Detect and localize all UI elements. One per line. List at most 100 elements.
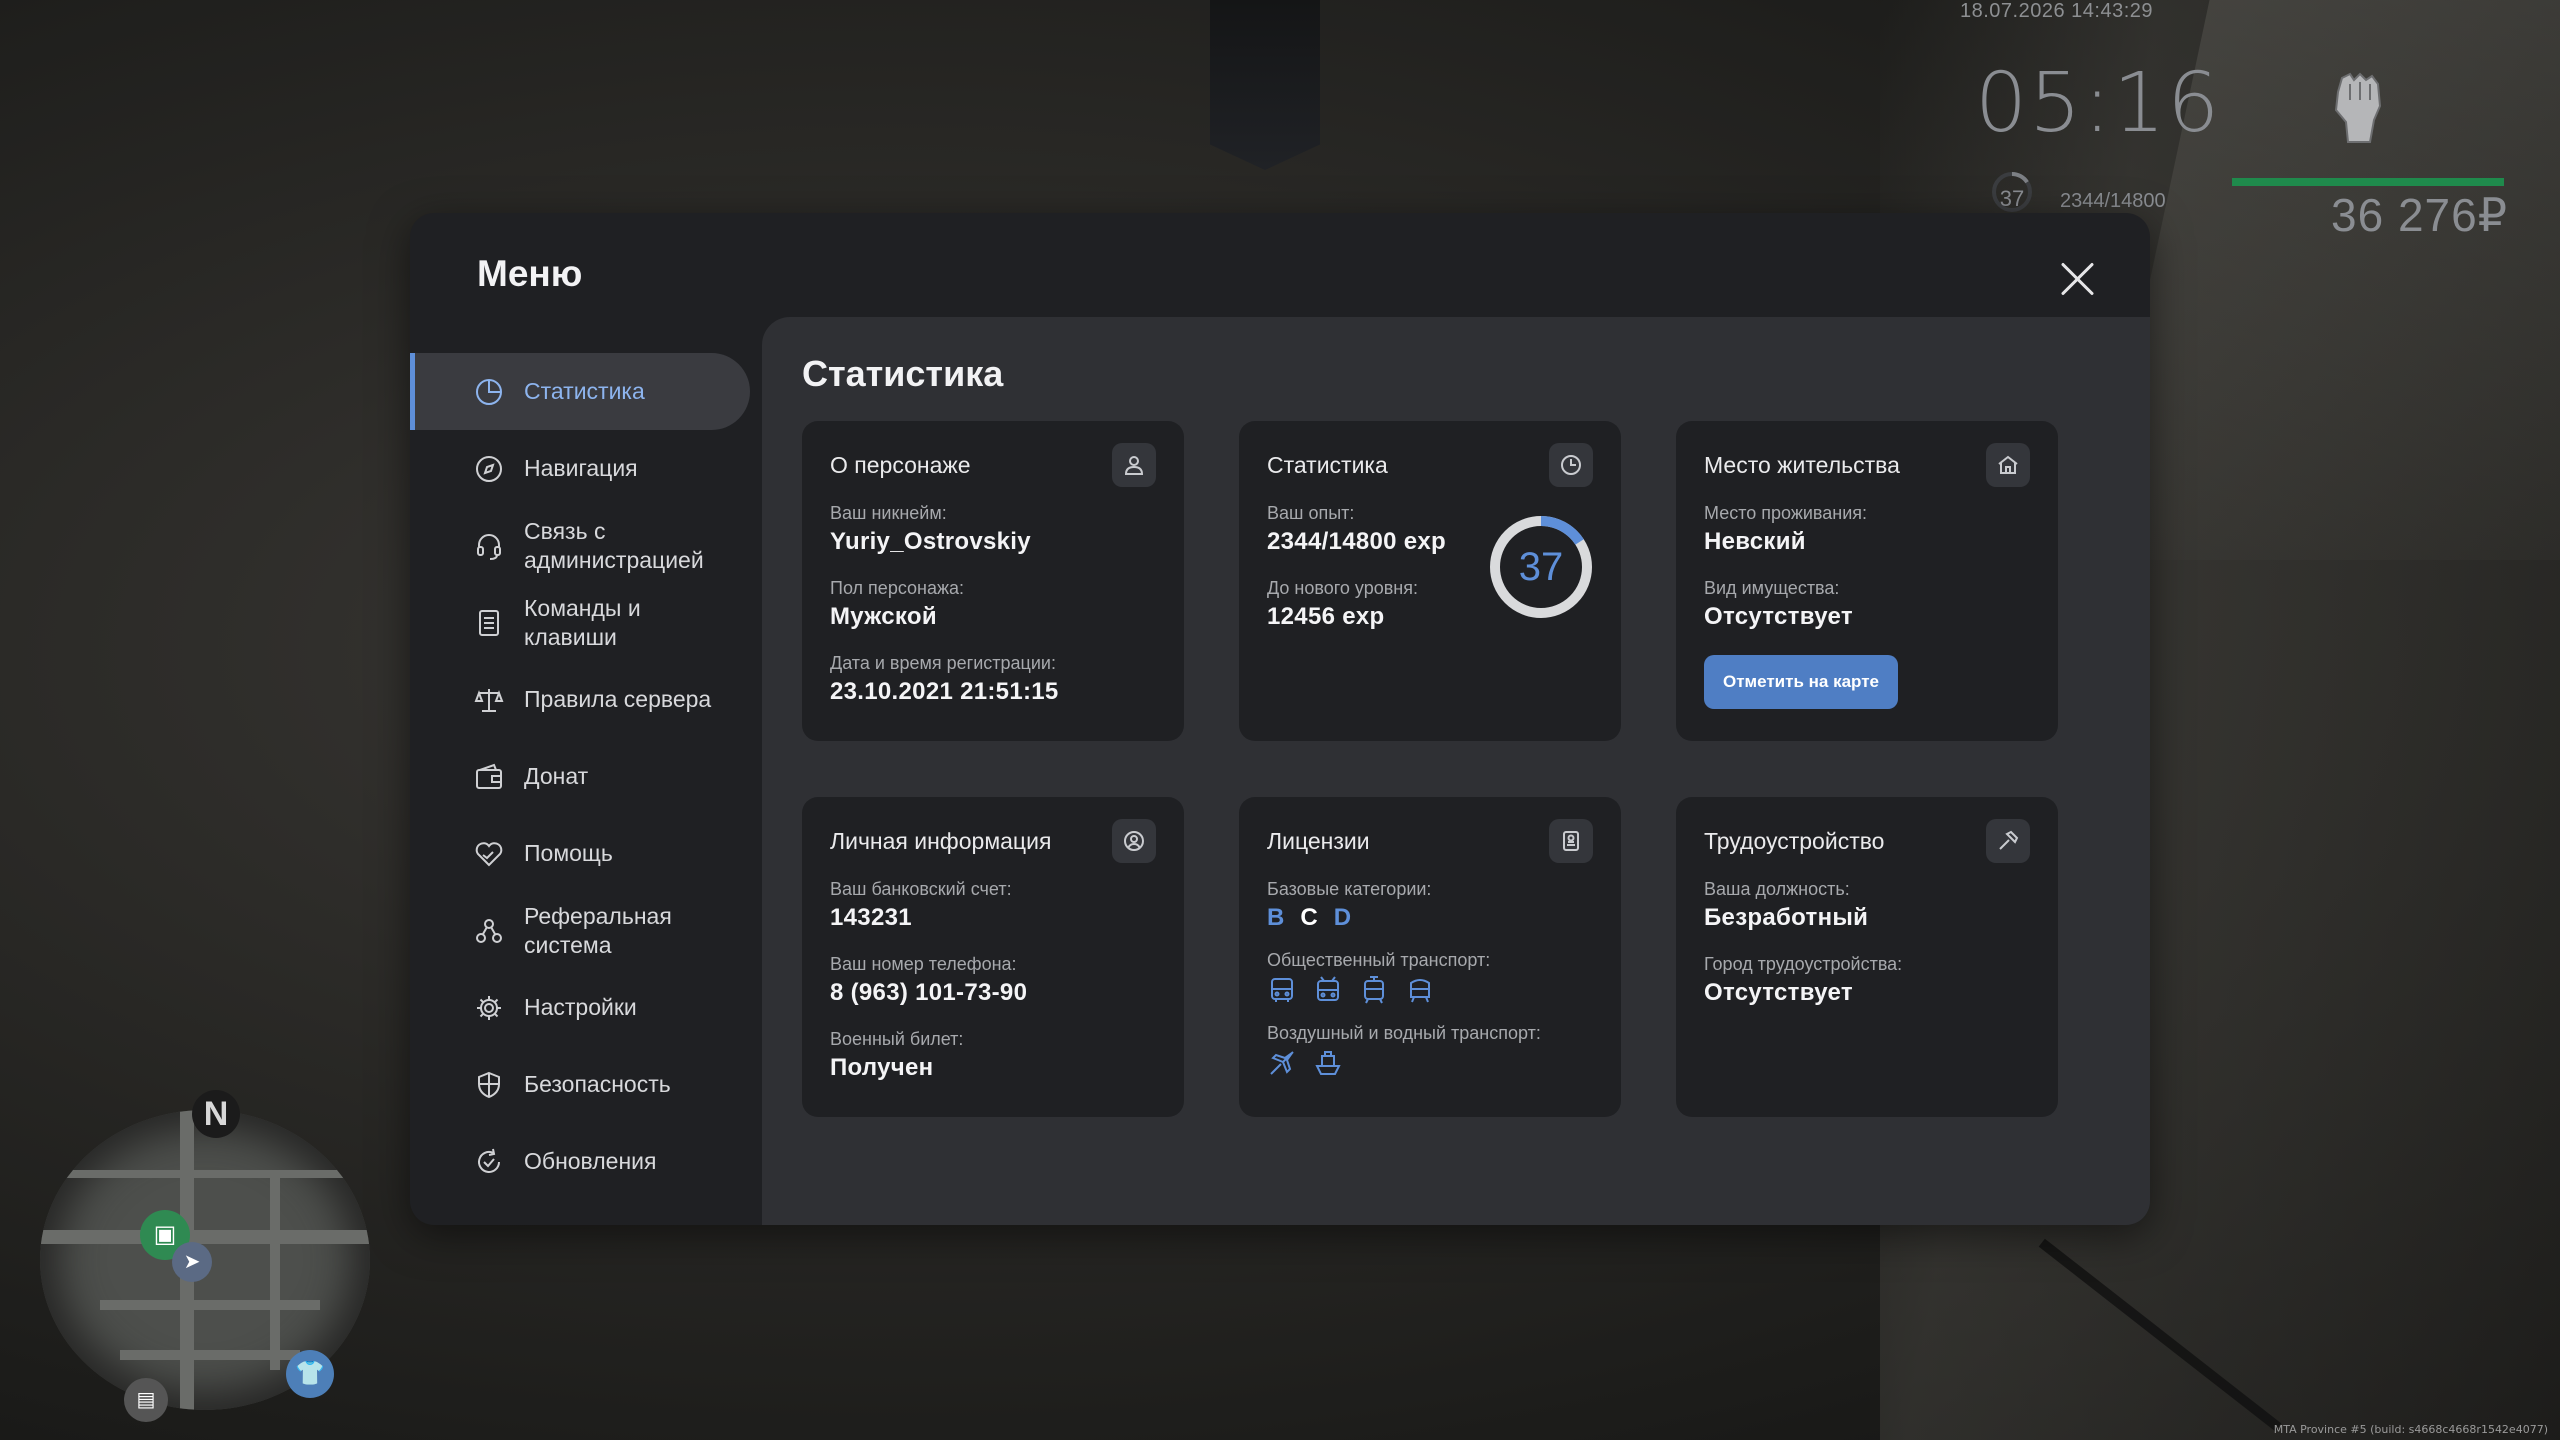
air-water-transport-label: Воздушный и водный транспорт: <box>1267 1023 1541 1043</box>
card-title: Личная информация <box>830 827 1052 854</box>
close-icon[interactable] <box>2056 257 2100 301</box>
gear-icon <box>474 993 504 1023</box>
wallet-icon <box>474 762 504 792</box>
sidebar-item-settings[interactable]: Настройки <box>410 969 750 1046</box>
sidebar-item-label: Правила сервера <box>524 686 712 712</box>
boat-icon <box>1315 1051 1341 1075</box>
employment-city-value: Отсутствует <box>1704 979 1853 1006</box>
employment-city-label: Город трудоустройства: <box>1704 954 1903 974</box>
scales-icon <box>474 685 504 715</box>
minimap-north-indicator: N <box>192 1090 240 1138</box>
minimap-road <box>270 1170 280 1370</box>
card-statistics: Статистика Ваш опыт: 2344/14800 exp До н… <box>1239 421 1621 741</box>
sidebar-item-navigation[interactable]: Навигация <box>410 430 750 507</box>
card-header: Трудоустройство <box>1704 819 2030 863</box>
sidebar-item-label: Связь с администрацией <box>524 517 704 573</box>
license-categories: B C D <box>1267 904 1593 932</box>
card-header: Лицензии <box>1267 819 1593 863</box>
sidebar-item-security[interactable]: Безопасность <box>410 1046 750 1123</box>
property-label: Вид имущества: <box>1704 578 1840 598</box>
card-title: Лицензии <box>1267 827 1370 854</box>
card-employment: Трудоустройство Ваша должность: Безработ… <box>1676 797 2058 1117</box>
mark-on-map-button[interactable]: Отметить на карте <box>1704 655 1898 709</box>
public-transport-label: Общественный транспорт: <box>1267 950 1491 970</box>
document-list-icon <box>474 608 504 638</box>
military-label: Военный билет: <box>830 1029 964 1049</box>
bank-value: 143231 <box>830 904 912 931</box>
background-pillar <box>1210 0 1320 170</box>
sidebar-item-label: Помощь <box>524 840 613 866</box>
sidebar-item-label: Настройки <box>524 994 637 1020</box>
sidebar-item-admin-contact[interactable]: Связь с администрацией <box>410 507 750 584</box>
residence-label: Место проживания: <box>1704 503 1868 523</box>
people-network-icon <box>474 916 504 946</box>
clothes-shop-blip-icon: 👕 <box>286 1350 334 1398</box>
page-title: Статистика <box>802 353 1004 394</box>
minimap-road <box>60 1170 360 1178</box>
card-title: Статистика <box>1267 451 1388 478</box>
card-personal-info: Личная информация Ваш банковский счет: 1… <box>802 797 1184 1117</box>
sidebar-item-statistics[interactable]: Статистика <box>410 353 750 430</box>
license-category: B <box>1267 904 1285 931</box>
hammer-icon <box>1986 819 2030 863</box>
nickname-value: Yuriy_Ostrovskiy <box>830 528 1031 555</box>
public-transport-icons <box>1267 975 1593 1005</box>
phone-value: 8 (963) 101-73-90 <box>830 979 1028 1006</box>
license-category: C <box>1300 904 1318 931</box>
card-title: О персонаже <box>830 451 971 478</box>
gender-value: Мужской <box>830 603 937 630</box>
sidebar-item-referral[interactable]: Реферальная система <box>410 892 750 969</box>
compass-icon <box>474 454 504 484</box>
refresh-check-icon <box>474 1147 504 1177</box>
card-title: Место жительства <box>1704 451 1900 478</box>
sidebar-item-updates[interactable]: Обновления <box>410 1123 750 1200</box>
air-water-transport-icons <box>1267 1048 1593 1078</box>
license-category: D <box>1333 904 1352 931</box>
position-label: Ваша должность: <box>1704 879 1850 899</box>
fist-weapon-icon <box>2334 72 2382 143</box>
build-info: MTA Province #5 (build: s4668c4668r1542e… <box>2273 1423 2548 1436</box>
health-bar-fill <box>2232 178 2504 186</box>
user-icon <box>1112 443 1156 487</box>
sidebar-item-label: Обновления <box>524 1148 657 1174</box>
sidebar-item-help[interactable]: Помощь <box>410 815 750 892</box>
content-panel: Статистика О персонаже Ваш никнейм: Yuri… <box>762 317 2150 1225</box>
handshake-heart-icon <box>474 839 504 869</box>
sidebar-item-label: Реферальная система <box>524 902 672 958</box>
base-categories-label: Базовые категории: <box>1267 879 1432 899</box>
sidebar-item-label: Донат <box>524 763 589 789</box>
sidebar-item-label: Навигация <box>524 455 638 481</box>
airplane-icon <box>1270 1051 1294 1075</box>
shield-icon <box>474 1070 504 1100</box>
hud-money: 36 276₽ <box>2331 189 2508 241</box>
sidebar-item-label: Статистика <box>524 378 645 404</box>
phone-label: Ваш номер телефона: <box>830 954 1017 974</box>
card-title: Трудоустройство <box>1704 827 1885 854</box>
card-header: Место жительства <box>1704 443 2030 487</box>
registration-value: 23.10.2021 21:51:15 <box>830 678 1059 705</box>
level-number: 37 <box>1518 544 1564 589</box>
menu-window: Меню Статистика Навигация Связь с админи… <box>410 213 2150 1225</box>
bus-blip-icon: ▤ <box>124 1378 168 1422</box>
registration-label: Дата и время регистрации: <box>830 653 1056 673</box>
house-icon <box>1986 443 2030 487</box>
metro-icon <box>1410 979 1430 1003</box>
sidebar-item-donate[interactable]: Донат <box>410 738 750 815</box>
trolleybus-icon <box>1317 976 1339 1001</box>
tram-icon <box>1364 976 1384 1004</box>
bus-icon <box>1271 978 1293 1002</box>
sidebar-item-server-rules[interactable]: Правила сервера <box>410 661 750 738</box>
id-card-icon <box>1549 819 1593 863</box>
minimap-road <box>100 1300 320 1310</box>
property-value: Отсутствует <box>1704 603 1853 630</box>
sidebar-item-label: Безопасность <box>524 1071 671 1097</box>
sidebar-item-label: Команды и клавиши <box>524 594 641 650</box>
card-header: Личная информация <box>830 819 1156 863</box>
sidebar: Статистика Навигация Связь с администрац… <box>410 353 750 1200</box>
position-value: Безработный <box>1704 904 1869 931</box>
hud-level-number: 37 <box>1999 186 2025 211</box>
health-bar <box>2232 178 2504 186</box>
card-header: О персонаже <box>830 443 1156 487</box>
sidebar-item-commands[interactable]: Команды и клавиши <box>410 584 750 661</box>
menu-title: Меню <box>477 253 583 294</box>
